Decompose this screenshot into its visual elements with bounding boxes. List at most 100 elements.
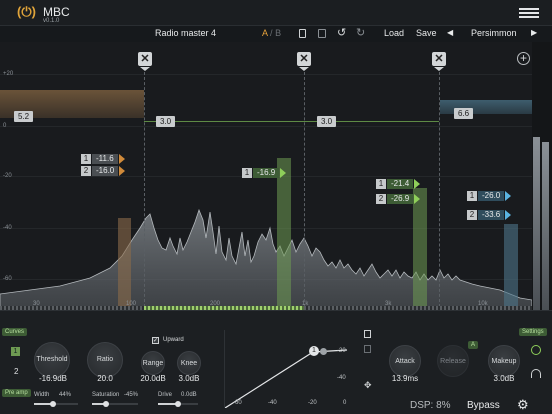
attack-label: Attack (395, 358, 415, 365)
output-meters (532, 42, 552, 310)
band-3-threshold-2[interactable]: 2 -26.9 (376, 194, 421, 204)
gear-icon[interactable]: ⚙ (517, 397, 529, 413)
paste-icon[interactable] (318, 29, 326, 38)
header-bar: (⏻) MBC v0.1.0 (0, 0, 552, 26)
curve-x-label: -60 (233, 400, 242, 406)
threshold-value: -33.6 (478, 210, 505, 220)
threshold-value: -26.9 (387, 194, 414, 204)
makeup-label: Makeup (491, 358, 517, 365)
crossover-1-remove-button[interactable]: ✕ (138, 52, 152, 66)
threshold-index: 1 (467, 191, 477, 201)
band-1-threshold-1[interactable]: 1 -11.6 (81, 154, 125, 164)
band-power-icon[interactable] (531, 345, 541, 355)
band-2-gain-label[interactable]: 3.0 (156, 116, 176, 127)
crossover-2-remove-button[interactable]: ✕ (297, 52, 311, 66)
curve-y-label: -40 (337, 375, 346, 381)
band-1-threshold-2[interactable]: 2 -16.0 (81, 166, 126, 176)
crossover-1-handle[interactable] (140, 67, 150, 71)
threshold-index: 2 (81, 166, 91, 176)
curve-y-label: -20 (337, 348, 346, 354)
band-4-threshold-1[interactable]: 1 -26.0 (467, 191, 512, 201)
crossover-3-line[interactable] (439, 72, 440, 307)
range-value: 20.0dB (140, 374, 166, 383)
threshold-value: -16.9 (253, 168, 280, 178)
width-label: Width (34, 392, 50, 398)
load-button[interactable]: Load (384, 28, 404, 38)
saturation-slider-thumb[interactable] (103, 401, 109, 407)
ratio-label: Ratio (96, 356, 114, 363)
crossover-3-handle[interactable] (434, 67, 444, 71)
band-1-gain-column (118, 218, 131, 310)
hamburger-menu-icon[interactable] (519, 8, 539, 19)
curve-x-label: 0 (343, 400, 347, 406)
meter-right (542, 142, 549, 310)
band-2-gain-column (277, 158, 291, 310)
saturation-value: -45% (124, 392, 139, 398)
meter-left (533, 137, 540, 310)
undo-icon[interactable]: ↺ (337, 26, 346, 39)
move-icon[interactable]: ✥ (364, 380, 372, 391)
headphones-solo-icon[interactable] (531, 369, 541, 378)
release-label: Release (440, 358, 466, 365)
threshold-arrow-icon (505, 191, 512, 201)
width-slider-thumb[interactable] (50, 401, 56, 407)
band-3-threshold-1[interactable]: 1 -21.4 (376, 179, 421, 189)
crossover-1-line[interactable] (144, 72, 145, 307)
auto-release-toggle[interactable]: A (468, 341, 479, 349)
width-value: 44% (59, 392, 72, 398)
crossover-2-handle[interactable] (299, 67, 309, 71)
band-settings-panel: Curves Settings Pre amp 1 2 ✓ Upward Thr… (0, 310, 552, 414)
drive-value: 0.0dB (181, 392, 197, 398)
threshold-value: -21.4 (387, 179, 414, 189)
threshold-index: 2 (376, 194, 386, 204)
threshold-arrow-icon (280, 168, 287, 178)
band-4-gain-label[interactable]: 6.6 (454, 108, 474, 119)
band-2-threshold-1[interactable]: 1 -16.9 (242, 168, 287, 178)
threshold-index: 1 (376, 179, 386, 189)
drive-label: Drive (158, 392, 173, 398)
threshold-value: -16.9dB (38, 374, 68, 383)
band-4-threshold-2[interactable]: 2 -33.6 (467, 210, 512, 220)
curve-x-label: -20 (308, 400, 317, 406)
band-count: 2 (14, 367, 19, 376)
preset-bank[interactable]: Persimmon (471, 28, 517, 38)
ab-b-button[interactable]: B (275, 28, 281, 38)
drive-slider-thumb[interactable] (175, 401, 181, 407)
spectrum-analyzer[interactable]: +20 0 -20 -40 -60 ✕ ✕ ✕ + 5.2 3.0 3.0 6.… (0, 42, 532, 310)
copy-icon[interactable] (299, 29, 306, 38)
threshold-arrow-icon (505, 210, 512, 220)
crossover-3-remove-button[interactable]: ✕ (432, 52, 446, 66)
prev-arrow-icon[interactable]: ◀ (447, 28, 453, 37)
paste-band-icon[interactable] (364, 345, 371, 353)
band-1-gain-label[interactable]: 5.2 (14, 111, 34, 122)
ab-a-button[interactable]: A (262, 28, 268, 38)
knee-value: 3.0dB (178, 374, 200, 383)
curves-tab[interactable]: Curves (2, 328, 28, 336)
threshold-arrow-icon (118, 154, 125, 164)
preset-name[interactable]: Radio master 4 (155, 28, 216, 38)
upward-checkbox[interactable]: ✓ (152, 337, 159, 344)
threshold-index: 1 (242, 168, 252, 178)
settings-tab[interactable]: Settings (519, 328, 547, 336)
makeup-value: 3.0dB (493, 374, 515, 383)
curve-node-2[interactable] (320, 348, 327, 355)
next-arrow-icon[interactable]: ▶ (531, 28, 537, 37)
pre-amp-tab[interactable]: Pre amp (2, 389, 31, 397)
power-logo-icon[interactable]: (⏻) (17, 4, 36, 20)
band-3-gain-label[interactable]: 3.0 (317, 116, 337, 127)
curve-x-label: -40 (268, 400, 277, 406)
transfer-curve (225, 349, 348, 408)
bypass-button[interactable]: Bypass (467, 400, 500, 411)
band-number-badge[interactable]: 1 (11, 347, 20, 356)
ab-compare[interactable]: A / B (262, 28, 281, 38)
curve-node-1[interactable]: 1 (309, 346, 319, 356)
threshold-value: -26.0 (478, 191, 505, 201)
save-button[interactable]: Save (416, 28, 437, 38)
add-band-button[interactable]: + (517, 52, 530, 65)
copy-band-icon[interactable] (364, 330, 371, 338)
transfer-curve-panel[interactable]: 1 -20 -40 -60 -40 -20 0 (224, 330, 354, 408)
redo-icon[interactable]: ↻ (356, 26, 365, 39)
ab-separator: / (270, 28, 273, 38)
crossover-2-line[interactable] (304, 72, 305, 307)
ratio-value: 20.0 (97, 374, 113, 383)
